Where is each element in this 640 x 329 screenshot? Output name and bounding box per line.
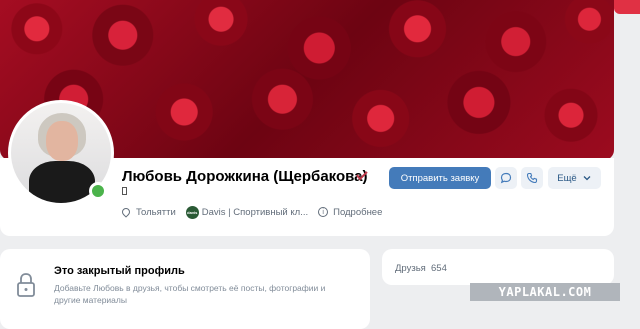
profile-info-row: Тольятти davis Davis | Спортивный кл... … [120,205,392,219]
profile-name: Любовь Дорожкина (Щербакова) [122,168,368,185]
work-logo-icon: davis [185,205,199,219]
online-indicator [89,182,107,200]
lock-icon [16,272,36,298]
message-button[interactable] [495,167,517,189]
more-button[interactable]: Ещё [548,167,601,189]
chevron-down-icon [583,176,591,181]
location-item[interactable]: Тольятти [120,206,176,218]
info-icon: i [318,207,329,217]
more-info-text: Подробнее [333,206,383,218]
doc-icon [122,187,127,195]
cover-edge [614,0,640,14]
phone-icon [526,172,538,184]
call-button[interactable] [521,167,543,189]
more-label: Ещё [557,172,577,184]
friends-label: Друзья [395,263,426,274]
send-friend-request-button[interactable]: Отправить заявку [389,167,491,189]
work-item[interactable]: davis Davis | Спортивный кл... [185,205,309,219]
watermark: YAPLAKAL.COM [470,283,620,301]
message-icon [500,172,512,184]
private-profile-title: Это закрытый профиль [54,265,185,277]
checkmark-badge-icon[interactable] [356,170,368,184]
location-pin-icon [120,206,132,218]
more-info-item[interactable]: i Подробнее [318,207,382,218]
location-text: Тольятти [136,206,176,218]
avatar-body [29,161,95,203]
private-profile-description: Добавьте Любовь в друзья, чтобы смотреть… [54,283,326,305]
avatar-face [46,121,78,161]
friends-count: 654 [431,263,447,274]
work-text: Davis | Спортивный кл... [201,206,309,218]
